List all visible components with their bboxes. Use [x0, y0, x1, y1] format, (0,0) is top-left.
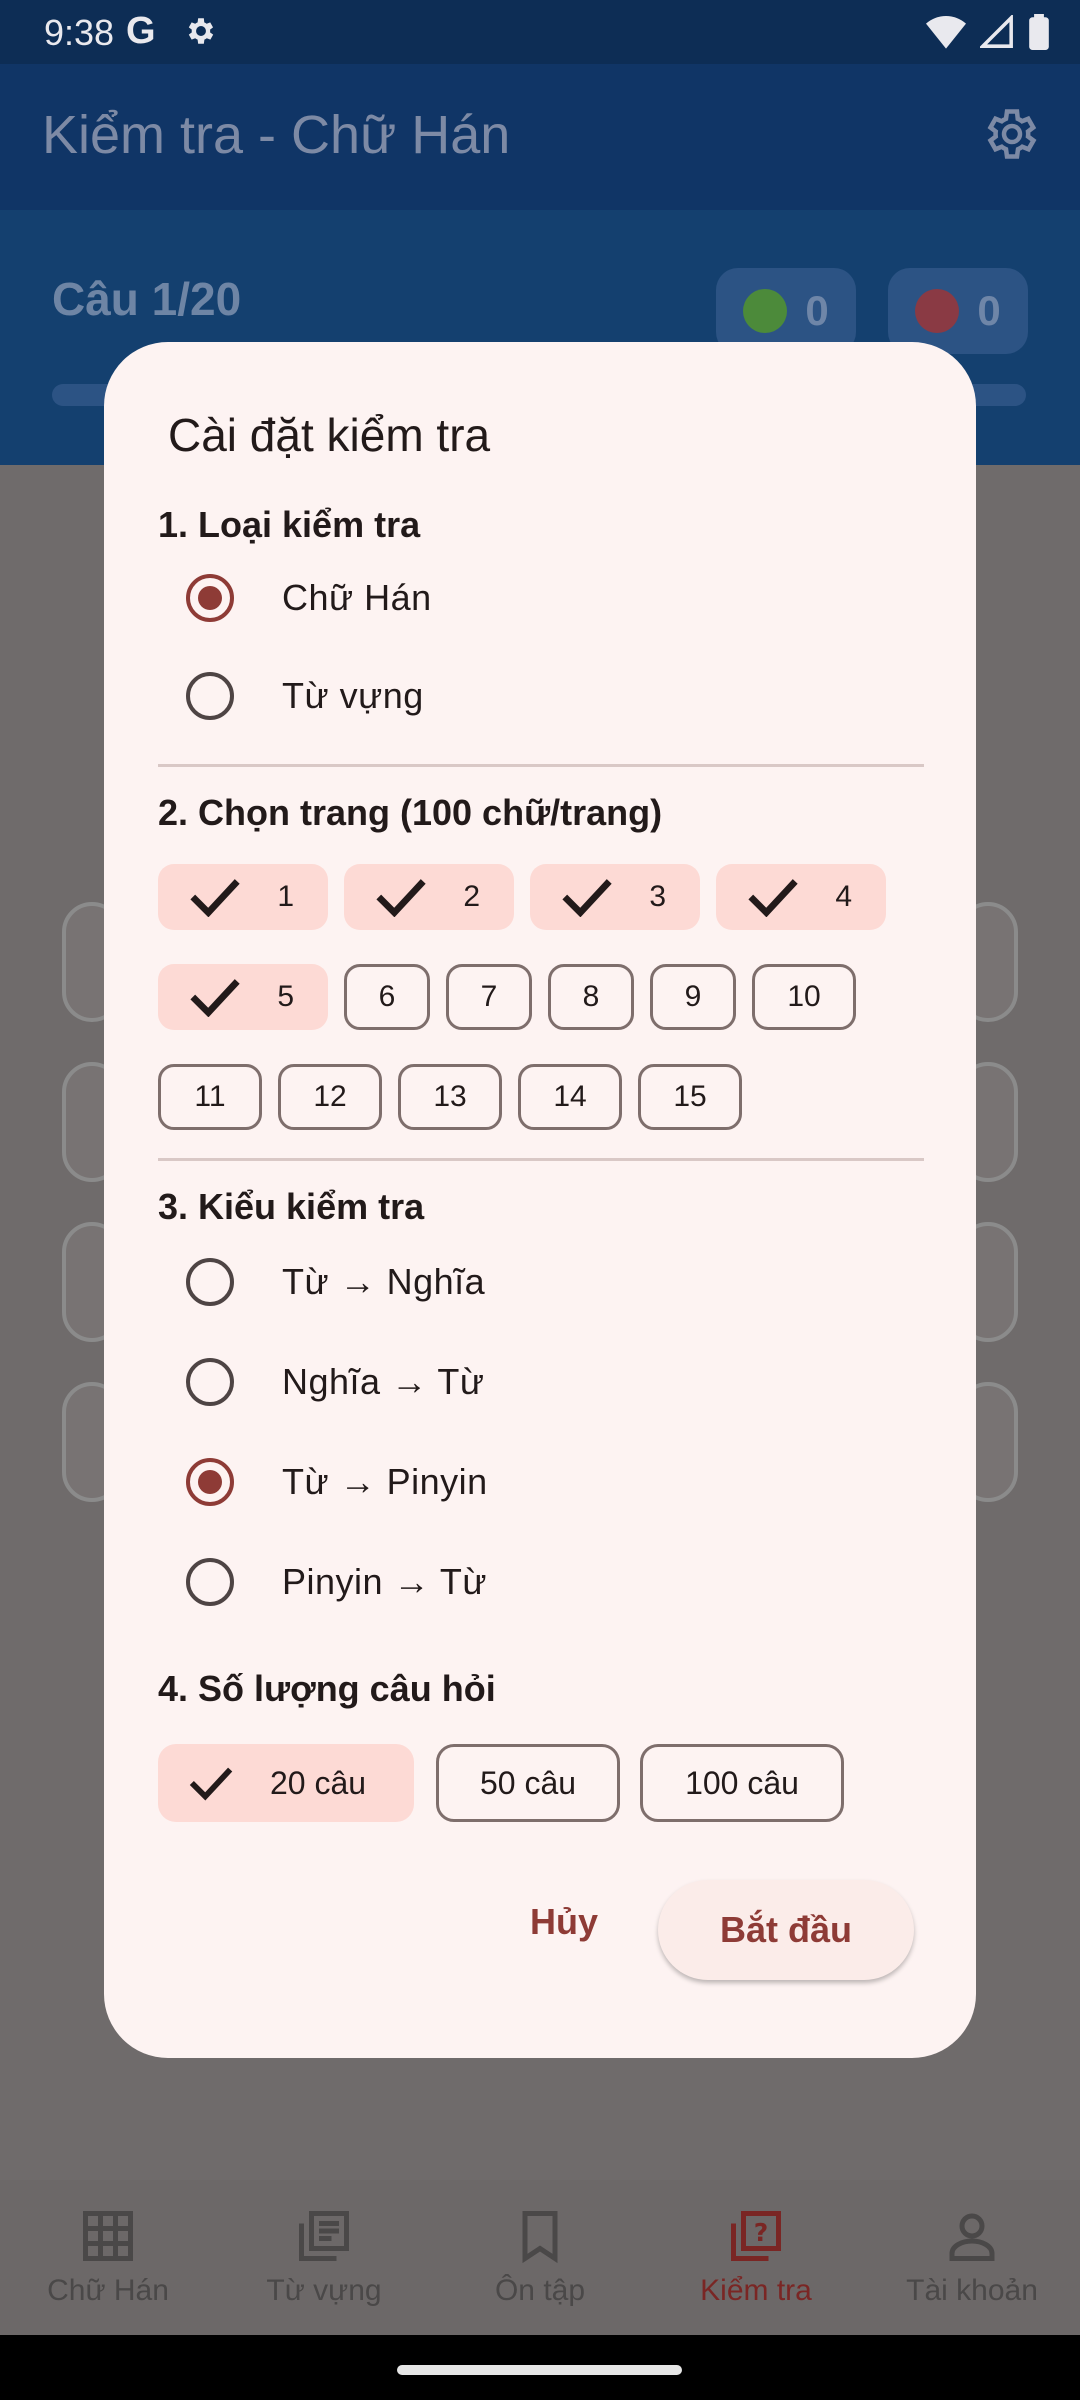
start-button[interactable]: Bắt đầu	[658, 1880, 914, 1980]
radio-option-chu-han[interactable]: Chữ Hán	[186, 558, 432, 638]
radio-button-checked[interactable]	[186, 1458, 234, 1506]
radio-label: Từ → Nghĩa	[282, 1261, 486, 1302]
chip-label: 20 câu	[270, 1764, 367, 1801]
quiz-settings-dialog: Cài đặt kiểm tra 1. Loại kiểm tra Chữ Há…	[104, 342, 976, 2058]
chip-label: 5	[277, 980, 294, 1013]
radio-option-pinyin-tu[interactable]: Pinyin → Từ	[186, 1542, 487, 1622]
check-icon	[190, 879, 240, 917]
cancel-button[interactable]: Hủy	[504, 1882, 624, 1962]
status-time: 9:38	[44, 12, 115, 53]
count-chip-100[interactable]: 100 câu	[640, 1744, 844, 1822]
gesture-bar	[0, 2335, 1080, 2400]
nav-item-kiem-tra[interactable]: ? Kiểm tra	[648, 2180, 864, 2335]
page-chip-13[interactable]: 13	[398, 1064, 502, 1130]
count-chip-50[interactable]: 50 câu	[436, 1744, 620, 1822]
settings-notification-icon	[188, 18, 214, 44]
chip-label: 2	[463, 880, 480, 913]
radio-label: Nghĩa → Từ	[282, 1361, 485, 1402]
chip-label: 1	[277, 880, 294, 913]
page-chip-6[interactable]: 6	[344, 964, 430, 1030]
radio-button[interactable]	[186, 1558, 234, 1606]
divider	[158, 1158, 924, 1161]
nav-label: Tài khoản	[906, 2274, 1038, 2307]
settings-icon[interactable]	[982, 104, 1042, 164]
section-title-question-count: 4. Số lượng câu hỏi	[158, 1668, 496, 1709]
radio-label: Từ → Pinyin	[282, 1461, 488, 1502]
check-icon	[190, 979, 240, 1017]
radio-label: Từ vựng	[282, 675, 424, 716]
battery-icon	[1029, 14, 1049, 50]
radio-label: Pinyin → Từ	[282, 1561, 487, 1602]
page-chip-4[interactable]: 4	[716, 864, 886, 930]
section-title-pages: 2. Chọn trang (100 chữ/trang)	[158, 792, 663, 833]
list-icon	[299, 2211, 349, 2261]
signal-icon	[980, 15, 1013, 48]
check-circle-icon	[743, 289, 788, 333]
nav-label: Từ vựng	[266, 2274, 382, 2307]
page-chip-8[interactable]: 8	[548, 964, 634, 1030]
page-chip-15[interactable]: 15	[638, 1064, 742, 1130]
dialog-title: Cài đặt kiểm tra	[168, 409, 491, 461]
radio-button[interactable]	[186, 672, 234, 720]
check-icon	[562, 879, 612, 917]
bottom-navigation: Chữ Hán Từ vựng Ôn tập ? Kiểm tra Tài kh…	[0, 2180, 1080, 2335]
wrong-count: 0	[977, 287, 1001, 334]
page-chip-7[interactable]: 7	[446, 964, 532, 1030]
count-chip-20[interactable]: 20 câu	[158, 1744, 414, 1822]
svg-text:?: ?	[754, 2218, 769, 2247]
page-chip-3[interactable]: 3	[530, 864, 700, 930]
check-icon	[748, 879, 798, 917]
wifi-icon	[926, 16, 966, 49]
radio-option-tu-pinyin[interactable]: Từ → Pinyin	[186, 1442, 488, 1522]
page-chip-9[interactable]: 9	[650, 964, 736, 1030]
check-icon	[189, 1767, 233, 1801]
chip-label: 4	[835, 880, 852, 913]
person-icon	[949, 2213, 995, 2261]
status-bar: 9:38 G	[0, 0, 1080, 64]
nav-item-chu-han[interactable]: Chữ Hán	[0, 2180, 216, 2335]
radio-button[interactable]	[186, 1258, 234, 1306]
bookmark-icon	[522, 2211, 558, 2264]
nav-label: Chữ Hán	[47, 2274, 169, 2307]
page-chip-12[interactable]: 12	[278, 1064, 382, 1130]
divider	[158, 764, 924, 767]
home-handle[interactable]	[397, 2365, 682, 2375]
radio-option-tu-vung[interactable]: Từ vựng	[186, 656, 424, 736]
section-title-test-type: 1. Loại kiểm tra	[158, 504, 421, 545]
page-chip-11[interactable]: 11	[158, 1064, 262, 1130]
quiz-icon: ?	[731, 2211, 781, 2261]
page-chip-1[interactable]: 1	[158, 864, 328, 930]
app-bar: Kiểm tra - Chữ Hán	[0, 64, 1080, 210]
page-title: Kiểm tra - Chữ Hán	[42, 105, 511, 165]
correct-count: 0	[805, 287, 829, 334]
radio-option-tu-nghia[interactable]: Từ → Nghĩa	[186, 1242, 485, 1322]
radio-option-nghia-tu[interactable]: Nghĩa → Từ	[186, 1342, 485, 1422]
nav-item-tu-vung[interactable]: Từ vựng	[216, 2180, 432, 2335]
page-chip-10[interactable]: 10	[752, 964, 856, 1030]
page-chip-2[interactable]: 2	[344, 864, 514, 930]
radio-button-checked[interactable]	[186, 574, 234, 622]
nav-item-tai-khoan[interactable]: Tài khoản	[864, 2180, 1080, 2335]
nav-item-on-tap[interactable]: Ôn tập	[432, 2180, 648, 2335]
google-icon: G	[126, 10, 156, 52]
nav-label: Ôn tập	[494, 2274, 586, 2307]
status-icons	[926, 14, 1050, 50]
nav-label: Kiểm tra	[700, 2274, 812, 2307]
grid-icon	[83, 2211, 133, 2261]
page-chip-5[interactable]: 5	[158, 964, 328, 1030]
page-chip-14[interactable]: 14	[518, 1064, 622, 1130]
cancel-circle-icon	[915, 289, 960, 333]
check-icon	[376, 879, 426, 917]
radio-label: Chữ Hán	[282, 577, 432, 618]
radio-button[interactable]	[186, 1358, 234, 1406]
chip-label: 3	[649, 880, 666, 913]
question-counter: Câu 1/20	[52, 273, 242, 325]
section-title-test-style: 3. Kiểu kiểm tra	[158, 1186, 425, 1227]
